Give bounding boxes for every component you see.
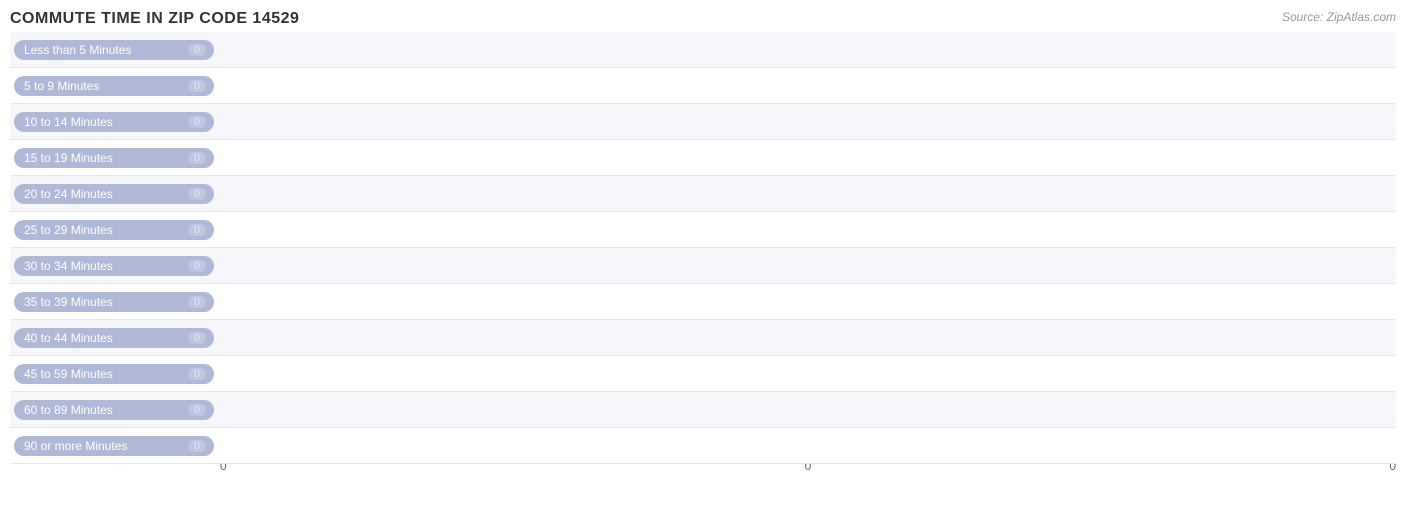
bar-value: 0	[188, 368, 206, 380]
source-label: Source: ZipAtlas.com	[1282, 10, 1396, 24]
bar-label-text: 10 to 14 Minutes	[24, 115, 113, 129]
bar-track	[214, 212, 1396, 247]
chart-title: COMMUTE TIME IN ZIP CODE 14529	[10, 10, 1396, 28]
bar-row: 5 to 9 Minutes 0	[10, 68, 1396, 104]
bar-label-text: 5 to 9 Minutes	[24, 79, 99, 93]
bar-track	[214, 32, 1396, 67]
bar-label-pill: 25 to 29 Minutes 0	[14, 220, 214, 240]
bar-value: 0	[188, 80, 206, 92]
bar-label-text: 30 to 34 Minutes	[24, 259, 113, 273]
bar-value: 0	[188, 332, 206, 344]
bar-row: 20 to 24 Minutes 0	[10, 176, 1396, 212]
bar-label-pill: 20 to 24 Minutes 0	[14, 184, 214, 204]
bar-label-pill: 45 to 59 Minutes 0	[14, 364, 214, 384]
bar-label-text: 25 to 29 Minutes	[24, 223, 113, 237]
bar-label-pill: 40 to 44 Minutes 0	[14, 328, 214, 348]
bar-value: 0	[188, 260, 206, 272]
bar-row: 40 to 44 Minutes 0	[10, 320, 1396, 356]
bar-value: 0	[188, 188, 206, 200]
bar-value: 0	[188, 152, 206, 164]
bar-row: 10 to 14 Minutes 0	[10, 104, 1396, 140]
bar-label-pill: 15 to 19 Minutes 0	[14, 148, 214, 168]
bar-row: 60 to 89 Minutes 0	[10, 392, 1396, 428]
bar-row: 35 to 39 Minutes 0	[10, 284, 1396, 320]
bar-row: 15 to 19 Minutes 0	[10, 140, 1396, 176]
bar-label-text: 20 to 24 Minutes	[24, 187, 113, 201]
bar-track	[214, 68, 1396, 103]
bar-label-text: 15 to 19 Minutes	[24, 151, 113, 165]
bar-label-pill: 35 to 39 Minutes 0	[14, 292, 214, 312]
bar-value: 0	[188, 44, 206, 56]
bar-value: 0	[188, 224, 206, 236]
bar-label-pill: 90 or more Minutes 0	[14, 436, 214, 456]
chart-area: Less than 5 Minutes05 to 9 Minutes010 to…	[10, 32, 1396, 475]
bar-label-text: 60 to 89 Minutes	[24, 403, 113, 417]
bar-value: 0	[188, 116, 206, 128]
bar-label-pill: 5 to 9 Minutes 0	[14, 76, 214, 96]
chart-container: COMMUTE TIME IN ZIP CODE 14529 Source: Z…	[0, 0, 1406, 523]
bar-value: 0	[188, 440, 206, 452]
bar-label-text: 45 to 59 Minutes	[24, 367, 113, 381]
bar-track	[214, 356, 1396, 391]
bar-row: 25 to 29 Minutes 0	[10, 212, 1396, 248]
bar-value: 0	[188, 296, 206, 308]
bar-row: 30 to 34 Minutes 0	[10, 248, 1396, 284]
bar-row: Less than 5 Minutes 0	[10, 32, 1396, 68]
bar-label-text: 35 to 39 Minutes	[24, 295, 113, 309]
bar-track	[214, 392, 1396, 427]
bar-label-pill: Less than 5 Minutes 0	[14, 40, 214, 60]
bar-label-pill: 10 to 14 Minutes 0	[14, 112, 214, 132]
bar-label-text: 90 or more Minutes	[24, 439, 127, 453]
bar-track	[214, 428, 1396, 463]
bar-track	[214, 248, 1396, 283]
bar-row: 90 or more Minutes 0	[10, 428, 1396, 464]
bar-row: 45 to 59 Minutes 0	[10, 356, 1396, 392]
bar-label-text: Less than 5 Minutes	[24, 43, 131, 57]
bar-track	[214, 140, 1396, 175]
bar-track	[214, 176, 1396, 211]
bar-label-text: 40 to 44 Minutes	[24, 331, 113, 345]
bar-label-pill: 30 to 34 Minutes 0	[14, 256, 214, 276]
bar-label-pill: 60 to 89 Minutes 0	[14, 400, 214, 420]
bars-section: Less than 5 Minutes05 to 9 Minutes010 to…	[10, 32, 1396, 455]
bar-value: 0	[188, 404, 206, 416]
bar-track	[214, 104, 1396, 139]
bar-track	[214, 320, 1396, 355]
bar-track	[214, 284, 1396, 319]
